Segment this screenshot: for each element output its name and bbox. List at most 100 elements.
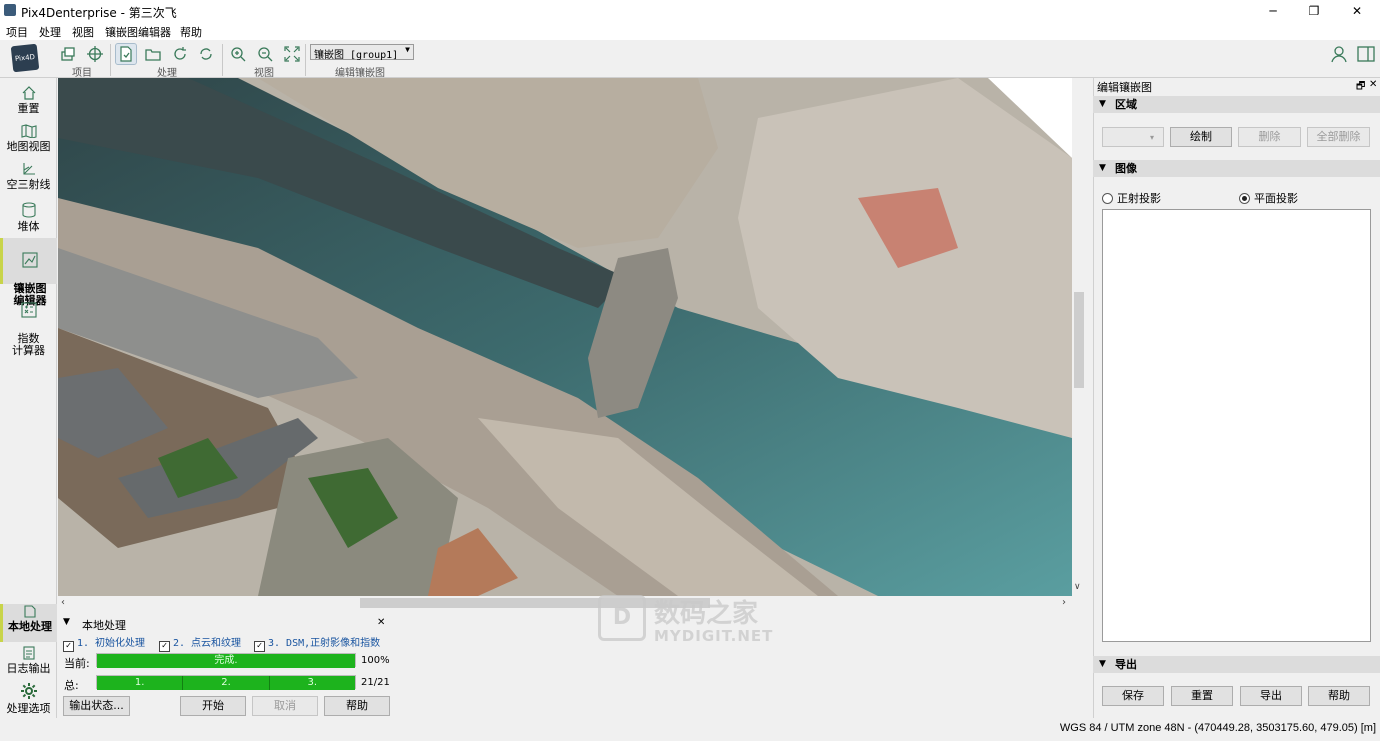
chevron-down-icon: ▼ [405, 45, 410, 54]
nav-label: 地图视图 [6, 140, 51, 153]
reset-button[interactable]: 重置 [1171, 686, 1233, 706]
nav-local-processing[interactable]: 本地处理 [0, 604, 57, 642]
nav-processing-options[interactable]: 处理选项 [0, 682, 57, 718]
radio-dot [1102, 193, 1113, 204]
help-button[interactable]: 帮助 [1308, 686, 1370, 706]
chevron-down-icon: ▾ [1149, 133, 1154, 142]
nav-reset[interactable]: 重置 [0, 86, 57, 120]
step-label: 2. 点云和纹理 [173, 638, 242, 649]
total-segment: 1. [97, 676, 184, 690]
menu-view[interactable]: 视图 [72, 24, 94, 40]
close-icon[interactable]: ✕ [377, 617, 385, 628]
watermark-url: MYDIGIT.NET [654, 627, 774, 645]
export-button[interactable]: 导出 [1240, 686, 1302, 706]
toolbar-group-process: 处理 [157, 68, 177, 79]
close-icon[interactable]: ✕ [1348, 3, 1366, 19]
checkmark-icon: ✓ [63, 641, 74, 652]
panel-float-icon[interactable]: 🗗 [1356, 79, 1365, 96]
nav-label: 日志输出 [6, 662, 51, 675]
nav-log-output[interactable]: 日志输出 [0, 646, 57, 680]
radio-label: 正射投影 [1117, 192, 1161, 205]
ray-cloud-icon [22, 163, 35, 175]
delete-all-button[interactable]: 全部删除 [1307, 127, 1370, 147]
calculator-icon [20, 302, 37, 318]
open-folder-icon[interactable] [143, 44, 163, 64]
cancel-button[interactable]: 取消 [252, 696, 318, 716]
watermark-logo: D [598, 595, 646, 641]
section-image-header[interactable]: 图像 [1093, 160, 1380, 177]
section-export-header[interactable]: 导出 [1093, 656, 1380, 673]
help-button[interactable]: 帮助 [324, 696, 390, 716]
maximize-icon[interactable]: ❐ [1305, 3, 1323, 19]
nav-label: 重置 [17, 102, 40, 115]
process-doc-icon[interactable] [115, 43, 137, 65]
layers-icon[interactable] [58, 44, 78, 64]
step1-checkbox[interactable]: ✓ 1. 初始化处理 [63, 634, 145, 652]
reprocess-icon[interactable] [196, 44, 216, 64]
total-label: 总: [64, 679, 79, 692]
refresh-icon[interactable] [170, 44, 190, 64]
panel-close-icon[interactable]: ✕ [1369, 79, 1377, 90]
panel-title: 编辑镶嵌图 [1097, 81, 1152, 94]
delete-button[interactable]: 删除 [1238, 127, 1301, 147]
nav-label: 处理选项 [6, 702, 51, 715]
mosaic-map-view[interactable] [58, 78, 1072, 596]
toolbar-group-edit-mosaic: 编辑镶嵌图 [335, 68, 385, 79]
section-region-header[interactable]: 区域 [1093, 96, 1380, 113]
nav-mosaic-editor[interactable]: 镶嵌图 编辑器 [0, 238, 57, 307]
watermark-brand: 数码之家 [654, 599, 759, 629]
radio-planar-projection[interactable]: 平面投影 [1239, 190, 1298, 206]
local-processing-icon [24, 605, 36, 618]
image-list[interactable] [1102, 209, 1371, 642]
output-status-button[interactable]: 输出状态... [63, 696, 130, 716]
zoom-out-icon[interactable] [255, 44, 275, 64]
mosaic-editor-icon [22, 252, 38, 268]
panel-layout-icon[interactable] [1356, 44, 1376, 64]
scroll-right-icon[interactable]: › [1062, 597, 1066, 608]
draw-button[interactable]: 绘制 [1170, 127, 1232, 147]
user-account-icon[interactable] [1330, 44, 1350, 64]
radio-ortho-projection[interactable]: 正射投影 [1102, 190, 1161, 206]
toolbar-separator [222, 44, 223, 76]
toolbar-group-view: 视图 [254, 68, 274, 79]
start-button[interactable]: 开始 [180, 696, 246, 716]
current-progress-bar: 完成. [97, 654, 355, 668]
nav-volumes[interactable]: 堆体 [0, 202, 57, 236]
window-title: Pix4Denterprise - 第三次飞 [21, 6, 177, 20]
collapse-icon[interactable]: ▼ [63, 617, 70, 627]
crosshair-icon[interactable] [85, 44, 105, 64]
step-label: 1. 初始化处理 [77, 638, 146, 649]
menu-project[interactable]: 项目 [6, 24, 28, 40]
total-segment: 3. [307, 677, 318, 688]
menu-mosaic-editor[interactable]: 镶嵌图编辑器 [105, 24, 171, 40]
nav-index-calculator[interactable]: 指数 计算器 [0, 290, 57, 357]
step-label: 3. DSM,正射影像和指数 [268, 638, 381, 649]
step2-checkbox[interactable]: ✓ 2. 点云和纹理 [159, 634, 241, 652]
nav-label: 堆体 [17, 220, 40, 233]
scroll-down-icon[interactable]: ∨ [1074, 582, 1081, 592]
orthomosaic-image [58, 78, 1072, 596]
map-vertical-scroll-thumb[interactable] [1074, 292, 1084, 388]
menu-help[interactable]: 帮助 [180, 24, 202, 40]
total-count: 21/21 [361, 677, 390, 688]
region-select: ▾ [1102, 127, 1164, 147]
menu-process[interactable]: 处理 [39, 24, 61, 40]
radio-dot [1239, 193, 1250, 204]
pix4d-logo: Pix4D [10, 43, 40, 73]
processing-title: 本地处理 [82, 619, 126, 632]
zoom-in-icon[interactable] [228, 44, 248, 64]
nav-label: 指数 计算器 [12, 332, 45, 357]
nav-rayCloud[interactable]: 空三射线 [0, 162, 57, 196]
scroll-left-icon[interactable]: ‹ [61, 597, 65, 608]
home-icon [22, 86, 35, 100]
mosaic-group-select[interactable]: 镶嵌图 [group1] ▼ [310, 44, 414, 61]
nav-map-view[interactable]: 地图视图 [0, 124, 57, 158]
toolbar-group-project: 项目 [72, 68, 92, 79]
nav-label: 本地处理 [8, 620, 52, 633]
minimize-icon[interactable]: ─ [1264, 3, 1282, 19]
total-progress-bar: 1. 2. 3. [97, 676, 355, 690]
app-icon [4, 4, 16, 16]
fit-view-icon[interactable] [282, 44, 302, 64]
save-button[interactable]: 保存 [1102, 686, 1164, 706]
step3-checkbox[interactable]: ✓ 3. DSM,正射影像和指数 [254, 634, 380, 652]
